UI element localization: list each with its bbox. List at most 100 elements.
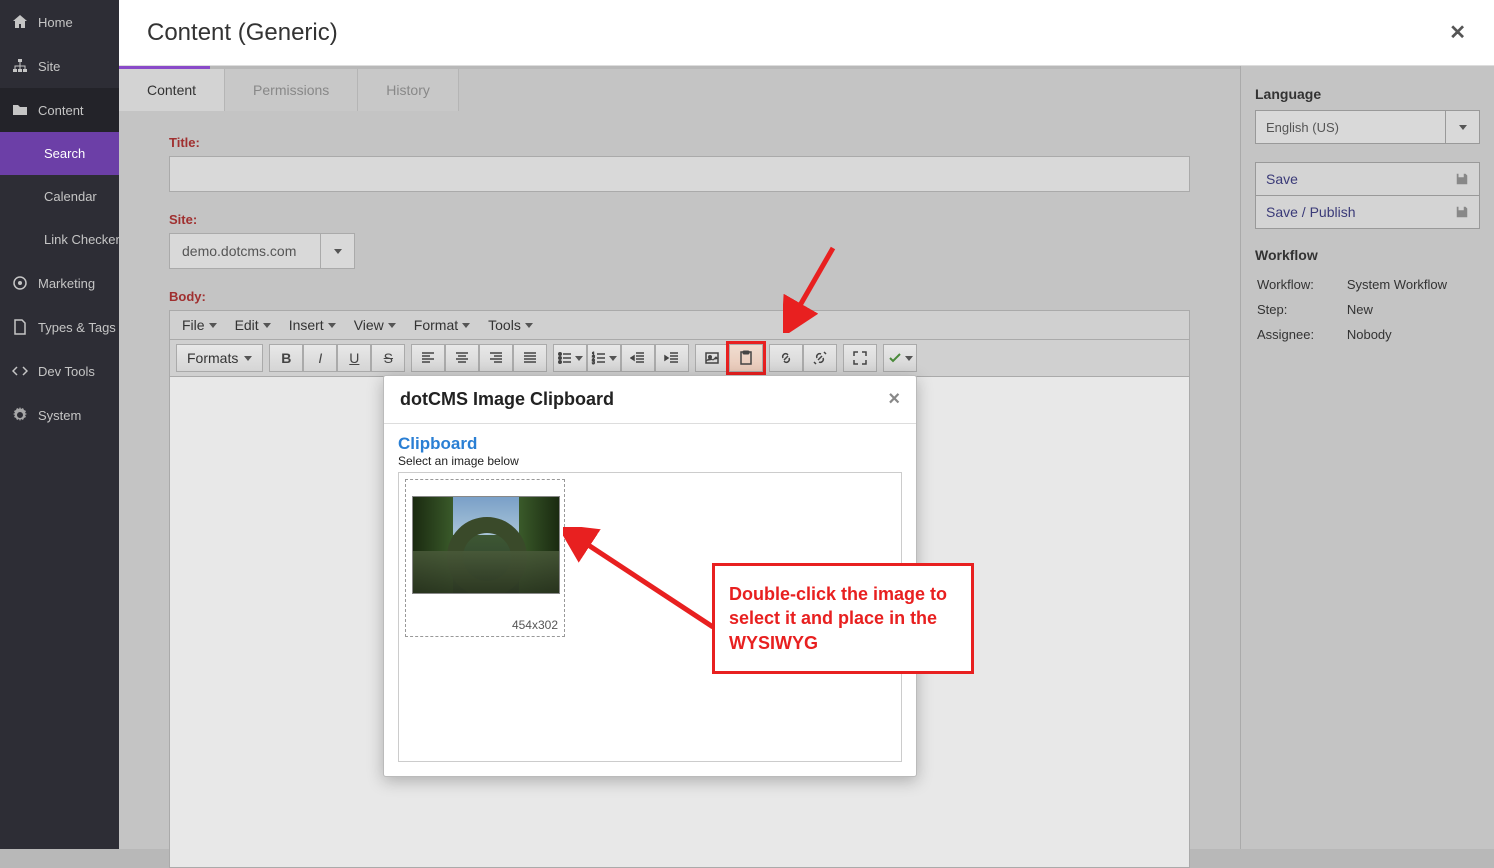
editor-toolbar: Formats B I U S 123 <box>170 340 1189 377</box>
sidebar-item-label: System <box>38 408 81 423</box>
sidebar-item-search[interactable]: Search <box>0 132 119 175</box>
outdent-button[interactable] <box>621 344 655 372</box>
align-left-button[interactable] <box>411 344 445 372</box>
sidebar-item-calendar[interactable]: Calendar <box>0 175 119 218</box>
link-button[interactable] <box>769 344 803 372</box>
sidebar-item-link-checker[interactable]: Link Checker <box>0 218 119 261</box>
table-row: Step:New <box>1257 298 1478 321</box>
tab-label: History <box>386 82 430 98</box>
sidebar-item-site[interactable]: Site <box>0 44 119 88</box>
save-publish-button[interactable]: Save / Publish <box>1256 196 1479 228</box>
sidebar-item-label: Search <box>44 146 85 161</box>
language-label: Language <box>1255 86 1480 102</box>
action-list: Save Save / Publish <box>1255 162 1480 229</box>
align-justify-button[interactable] <box>513 344 547 372</box>
editor-menubar: File Edit Insert View Format Tools <box>170 311 1189 340</box>
sidebar-item-label: Content <box>38 103 84 118</box>
language-value: English (US) <box>1256 111 1445 143</box>
chevron-down-icon <box>320 234 354 268</box>
clipboard-subtext: Select an image below <box>398 454 902 468</box>
site-label: Site: <box>169 212 1190 227</box>
popup-header: dotCMS Image Clipboard × <box>384 376 916 424</box>
clipboard-heading: Clipboard <box>398 434 902 454</box>
sitemap-icon <box>12 58 28 74</box>
workflow-label: Workflow <box>1255 247 1480 263</box>
indent-button[interactable] <box>655 344 689 372</box>
home-icon <box>12 14 28 30</box>
sidebar-item-types-tags[interactable]: Types & Tags <box>0 305 119 349</box>
close-icon[interactable]: × <box>888 388 900 411</box>
table-row: Workflow:System Workflow <box>1257 273 1478 296</box>
menu-format[interactable]: Format <box>414 317 470 333</box>
menu-edit[interactable]: Edit <box>235 317 271 333</box>
unlink-button[interactable] <box>803 344 837 372</box>
thumbnail-image <box>412 496 560 594</box>
insert-image-button[interactable] <box>695 344 729 372</box>
action-label: Save / Publish <box>1266 204 1356 220</box>
modal-header: Content (Generic) ✕ <box>119 0 1494 66</box>
menu-insert[interactable]: Insert <box>289 317 336 333</box>
save-icon <box>1455 205 1469 219</box>
strikethrough-button[interactable]: S <box>371 344 405 372</box>
gear-icon <box>12 407 28 423</box>
fullscreen-button[interactable] <box>843 344 877 372</box>
page-title: Content (Generic) <box>147 19 338 47</box>
menu-tools[interactable]: Tools <box>488 317 533 333</box>
site-value: demo.dotcms.com <box>170 234 320 268</box>
sidebar-item-home[interactable]: Home <box>0 0 119 44</box>
thumbnail-dimensions: 454x302 <box>412 594 558 632</box>
language-select[interactable]: English (US) <box>1255 110 1480 144</box>
target-icon <box>12 275 28 291</box>
body-label: Body: <box>169 289 1190 304</box>
sidebar-item-dev-tools[interactable]: Dev Tools <box>0 349 119 393</box>
clipboard-thumbnail[interactable]: 454x302 <box>405 479 565 637</box>
tab-history[interactable]: History <box>358 69 459 111</box>
formats-dropdown[interactable]: Formats <box>176 344 263 372</box>
save-button[interactable]: Save <box>1256 163 1479 196</box>
code-icon <box>12 363 28 379</box>
annotation-callout: Double-click the image to select it and … <box>712 563 974 674</box>
site-select[interactable]: demo.dotcms.com <box>169 233 355 269</box>
workflow-table: Workflow:System Workflow Step:New Assign… <box>1255 271 1480 348</box>
svg-text:3: 3 <box>592 360 595 366</box>
tab-label: Content <box>147 82 196 98</box>
title-label: Title: <box>169 135 1190 150</box>
menu-file[interactable]: File <box>182 317 217 333</box>
bullet-list-button[interactable] <box>553 344 587 372</box>
sidebar-item-content[interactable]: Content <box>0 88 119 132</box>
validate-button[interactable] <box>883 344 917 372</box>
sidebar-item-marketing[interactable]: Marketing <box>0 261 119 305</box>
sidebar-item-label: Dev Tools <box>38 364 95 379</box>
field-title: Title: <box>169 135 1190 192</box>
file-icon <box>12 319 28 335</box>
tab-content[interactable]: Content <box>119 69 225 111</box>
title-input[interactable] <box>169 156 1190 192</box>
align-center-button[interactable] <box>445 344 479 372</box>
menu-view[interactable]: View <box>354 317 396 333</box>
sidebar-item-system[interactable]: System <box>0 393 119 437</box>
align-right-button[interactable] <box>479 344 513 372</box>
sidebar-item-label: Link Checker <box>44 232 119 247</box>
table-row: Assignee:Nobody <box>1257 323 1478 346</box>
tab-label: Permissions <box>253 82 329 98</box>
folder-icon <box>12 102 28 118</box>
save-icon <box>1455 172 1469 186</box>
sidebar-item-label: Types & Tags <box>38 320 116 335</box>
right-panel: Language English (US) Save Save / Publis… <box>1240 66 1494 849</box>
image-clipboard-button[interactable] <box>729 344 763 372</box>
sidebar-item-label: Home <box>38 15 73 30</box>
tab-permissions[interactable]: Permissions <box>225 69 358 111</box>
underline-button[interactable]: U <box>337 344 371 372</box>
sidebar-item-label: Site <box>38 59 60 74</box>
popup-title: dotCMS Image Clipboard <box>400 389 614 410</box>
close-icon[interactable]: ✕ <box>1449 20 1466 45</box>
italic-button[interactable]: I <box>303 344 337 372</box>
field-site: Site: demo.dotcms.com <box>169 212 1190 269</box>
sidebar-item-label: Calendar <box>44 189 97 204</box>
sidebar-item-label: Marketing <box>38 276 95 291</box>
bold-button[interactable]: B <box>269 344 303 372</box>
numbered-list-button[interactable]: 123 <box>587 344 621 372</box>
action-label: Save <box>1266 171 1298 187</box>
sidebar: Home Site Content Search Calendar Link C… <box>0 0 119 849</box>
chevron-down-icon <box>1445 111 1479 143</box>
